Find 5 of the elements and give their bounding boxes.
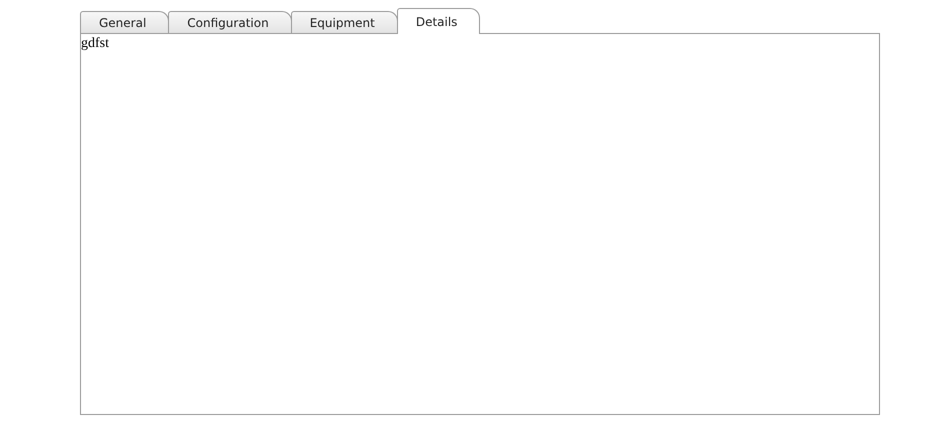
tab[interactable]: General xyxy=(80,11,170,33)
tab[interactable]: Details xyxy=(396,8,480,34)
panel-text: gdfst xyxy=(81,36,109,52)
tab[interactable]: Configuration xyxy=(168,11,292,33)
tab[interactable]: Equipment xyxy=(290,11,398,33)
